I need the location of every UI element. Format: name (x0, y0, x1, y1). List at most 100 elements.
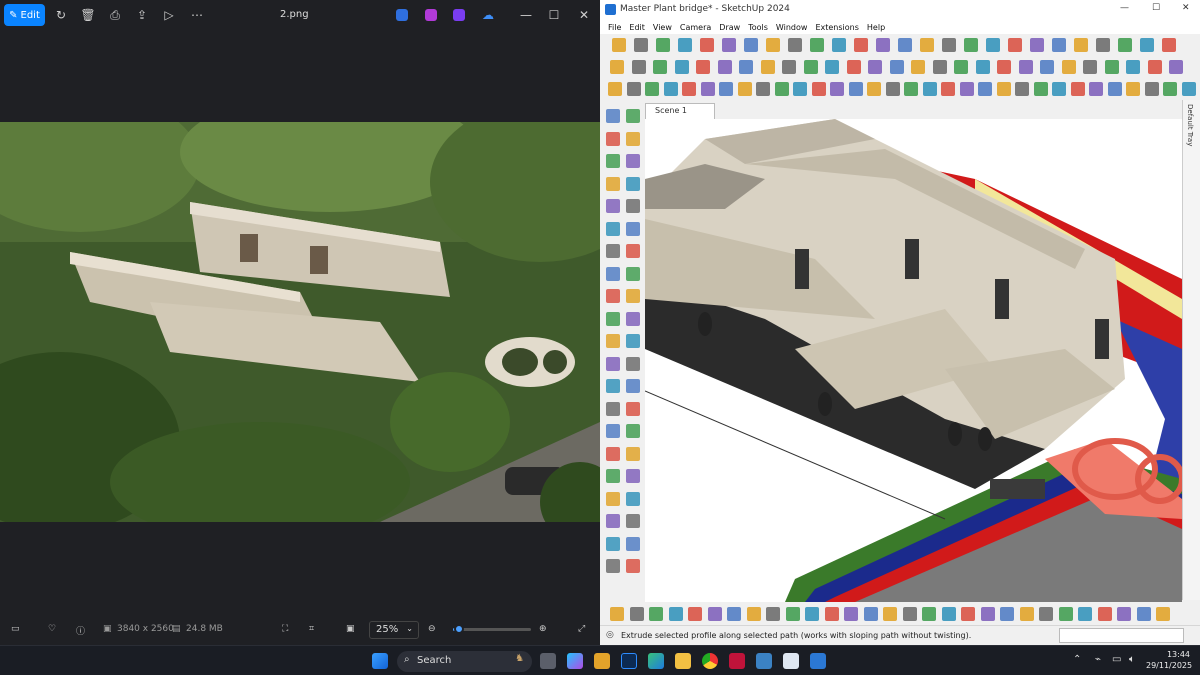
clock[interactable]: 13:44 29/11/2025 (1146, 649, 1192, 671)
tool-icon[interactable] (898, 38, 912, 52)
fit-icon[interactable]: ⛶ (282, 624, 288, 634)
menu-camera[interactable]: Camera (680, 23, 711, 32)
tool-icon[interactable] (606, 154, 620, 168)
tool-icon[interactable] (920, 38, 934, 52)
clipchamp-icon[interactable] (425, 9, 437, 21)
tool-icon[interactable] (727, 607, 741, 621)
tool-icon[interactable] (1000, 607, 1014, 621)
maximize-icon[interactable]: ☐ (546, 7, 562, 23)
tool-icon[interactable] (876, 38, 890, 52)
tool-icon[interactable] (1117, 607, 1131, 621)
tool-icon[interactable] (608, 82, 622, 96)
chevron-up-icon[interactable]: ⌃ (1073, 654, 1081, 665)
autocad-icon[interactable] (729, 653, 745, 669)
windows-start-icon[interactable] (372, 653, 388, 669)
tool-icon[interactable] (668, 607, 683, 621)
tool-icon[interactable] (626, 82, 641, 96)
tool-icon[interactable] (854, 38, 868, 52)
tool-icon[interactable] (719, 82, 733, 96)
tool-icon[interactable] (885, 82, 900, 96)
tool-icon[interactable] (610, 607, 624, 621)
tool-icon[interactable] (606, 469, 620, 483)
filmstrip-icon[interactable]: ▭ (11, 624, 20, 634)
tool-icon[interactable] (961, 607, 975, 621)
tool-icon[interactable] (975, 60, 990, 74)
tool-icon[interactable] (606, 536, 620, 551)
tool-icon[interactable] (1052, 82, 1066, 96)
tool-icon[interactable] (626, 469, 640, 483)
copilot-icon[interactable] (453, 9, 465, 21)
tool-icon[interactable] (1169, 60, 1183, 74)
crop-icon[interactable]: ⌗ (309, 624, 314, 634)
tool-icon[interactable] (682, 82, 696, 96)
tool-icon[interactable] (626, 311, 640, 326)
tool-icon[interactable] (863, 607, 878, 621)
tool-icon[interactable] (832, 38, 846, 52)
photos-taskbar-icon[interactable] (810, 653, 826, 669)
photoshop-icon[interactable] (621, 653, 637, 669)
tool-icon[interactable] (954, 60, 968, 74)
tool-icon[interactable] (700, 82, 715, 96)
chrome-icon[interactable] (702, 653, 718, 669)
tool-icon[interactable] (803, 60, 818, 74)
tool-icon[interactable] (626, 334, 640, 348)
tool-icon[interactable] (626, 536, 640, 551)
tool-icon[interactable] (739, 60, 753, 74)
tool-icon[interactable] (1118, 38, 1132, 52)
tool-icon[interactable] (904, 82, 918, 96)
favorite-icon[interactable]: ♡ (48, 624, 56, 634)
tool-icon[interactable] (606, 334, 620, 348)
notepad-icon[interactable] (756, 653, 772, 669)
tool-icon[interactable] (1039, 607, 1053, 621)
tool-icon[interactable] (606, 266, 620, 281)
tool-icon[interactable] (1136, 607, 1151, 621)
tool-icon[interactable] (844, 607, 858, 621)
tool-icon[interactable] (626, 109, 640, 123)
tool-icon[interactable] (707, 607, 722, 621)
tool-icon[interactable] (626, 401, 640, 416)
tool-icon[interactable] (674, 60, 689, 74)
tool-icon[interactable] (1144, 82, 1159, 96)
menu-help[interactable]: Help (867, 23, 885, 32)
default-tray[interactable]: Default Tray (1182, 100, 1200, 600)
tool-icon[interactable] (626, 244, 640, 258)
tool-icon[interactable] (606, 491, 620, 506)
tool-icon[interactable] (626, 199, 640, 213)
tool-icon[interactable] (830, 82, 844, 96)
tool-icon[interactable] (756, 82, 770, 96)
menu-extensions[interactable]: Extensions (815, 23, 858, 32)
tool-icon[interactable] (746, 607, 761, 621)
tool-icon[interactable] (1156, 607, 1170, 621)
tool-icon[interactable] (782, 60, 796, 74)
menu-edit[interactable]: Edit (629, 23, 645, 32)
tool-icon[interactable] (1083, 60, 1097, 74)
measurements-box[interactable] (1059, 628, 1184, 643)
tool-icon[interactable] (1096, 38, 1110, 52)
geo-location-icon[interactable]: ◎ (606, 630, 614, 640)
zoom-slider[interactable] (453, 624, 531, 634)
tool-icon[interactable] (1107, 82, 1122, 96)
slideshow-icon[interactable]: ▷ (161, 7, 177, 23)
tool-icon[interactable] (1162, 38, 1176, 52)
more-icon[interactable]: ⋯ (189, 7, 205, 23)
tool-icon[interactable] (941, 607, 956, 621)
tool-icon[interactable] (774, 82, 789, 96)
tool-icon[interactable] (848, 82, 863, 96)
tool-icon[interactable] (1097, 607, 1112, 621)
rotate-icon[interactable]: ↻ (53, 7, 69, 23)
tool-icon[interactable] (1181, 82, 1196, 96)
tool-icon[interactable] (629, 607, 644, 621)
share-icon[interactable]: ⇪ (134, 7, 150, 23)
model-viewport[interactable] (645, 119, 1182, 602)
tool-icon[interactable] (1008, 38, 1022, 52)
tool-icon[interactable] (626, 266, 640, 281)
tool-icon[interactable] (626, 446, 640, 461)
tool-icon[interactable] (610, 60, 624, 74)
tool-icon[interactable] (606, 446, 620, 461)
tool-icon[interactable] (1140, 38, 1154, 52)
tool-icon[interactable] (867, 82, 881, 96)
tool-icon[interactable] (811, 82, 826, 96)
menu-window[interactable]: Window (776, 23, 808, 32)
tool-icon[interactable] (606, 109, 620, 123)
delete-icon[interactable]: 🗑 (80, 7, 96, 23)
